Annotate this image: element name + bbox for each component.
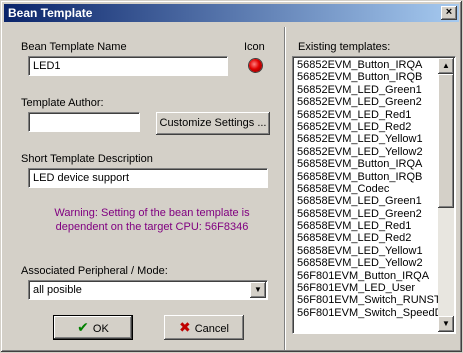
template-list-item[interactable]: 56858EVM_LED_Yellow2	[296, 257, 438, 269]
template-list-item[interactable]: 56858EVM_Button_IRQA	[296, 158, 438, 170]
template-list-item[interactable]: 56852EVM_LED_Red2	[296, 121, 438, 133]
template-list-item[interactable]: 56858EVM_Button_IRQB	[296, 171, 438, 183]
warning-text: Warning: Setting of the bean template is…	[54, 207, 250, 233]
bean-template-dialog: Bean Template × Bean Template Name Icon …	[0, 0, 463, 353]
template-list-item[interactable]: 56852EVM_LED_Green2	[296, 96, 438, 108]
scroll-down-button[interactable]: ▼	[438, 316, 454, 332]
description-label: Short Template Description	[21, 153, 153, 165]
window-title: Bean Template	[8, 6, 93, 20]
scroll-thumb[interactable]	[438, 74, 454, 208]
led-icon[interactable]	[249, 59, 262, 72]
template-list-item[interactable]: 56858EVM_LED_Red1	[296, 220, 438, 232]
template-author-label: Template Author:	[21, 97, 104, 109]
peripheral-select[interactable]: all posible ▼	[28, 280, 268, 300]
ok-button[interactable]: ✔ OK	[53, 315, 133, 340]
cancel-button[interactable]: ✖ Cancel	[164, 315, 244, 340]
description-input[interactable]: LED device support	[28, 168, 268, 188]
templates-list[interactable]: 56852EVM_Button_IRQA 56852EVM_Button_IRQB…	[292, 56, 456, 334]
template-list-item[interactable]: 56852EVM_LED_Green1	[296, 84, 438, 96]
template-list-item[interactable]: 56852EVM_LED_Red1	[296, 109, 438, 121]
template-name-input[interactable]: LED1	[28, 56, 228, 76]
close-icon: ×	[445, 6, 453, 18]
template-list-item[interactable]: 56858EVM_LED_Red2	[296, 232, 438, 244]
customize-settings-button[interactable]: Customize Settings ...	[156, 112, 270, 135]
templates-list-items: 56852EVM_Button_IRQA 56852EVM_Button_IRQB…	[296, 59, 438, 319]
cancel-label: Cancel	[194, 323, 229, 335]
existing-templates-label: Existing templates:	[298, 41, 391, 53]
arrow-down-icon: ▼	[442, 319, 450, 328]
template-list-item[interactable]: 56F801EVM_LED_User	[296, 282, 438, 294]
template-list-item[interactable]: 56852EVM_LED_Yellow1	[296, 133, 438, 145]
arrow-up-icon: ▲	[442, 61, 450, 70]
close-x-icon: ✖	[179, 319, 191, 335]
template-list-item[interactable]: 56F801EVM_Switch_SpeedD	[296, 307, 438, 319]
template-author-input[interactable]	[28, 112, 140, 132]
title-bar: Bean Template ×	[4, 4, 459, 22]
templates-scrollbar[interactable]: ▲ ▼	[438, 58, 454, 332]
template-list-item[interactable]: 56F801EVM_Switch_RUNST	[296, 294, 438, 306]
peripheral-label: Associated Peripheral / Mode:	[21, 265, 168, 277]
peripheral-value: all posible	[33, 284, 82, 296]
template-list-item[interactable]: 56858EVM_LED_Green2	[296, 208, 438, 220]
check-icon: ✔	[77, 319, 89, 335]
template-list-item[interactable]: 56852EVM_LED_Yellow2	[296, 146, 438, 158]
template-list-item[interactable]: 56858EVM_LED_Green1	[296, 195, 438, 207]
template-list-item[interactable]: 56F801EVM_Button_IRQA	[296, 270, 438, 282]
template-list-item[interactable]: 56852EVM_Button_IRQA	[296, 59, 438, 71]
close-button[interactable]: ×	[441, 6, 457, 20]
template-list-item[interactable]: 56858EVM_Codec	[296, 183, 438, 195]
template-list-item[interactable]: 56852EVM_Button_IRQB	[296, 71, 438, 83]
icon-label: Icon	[244, 41, 265, 53]
template-list-item[interactable]: 56858EVM_LED_Yellow1	[296, 245, 438, 257]
scroll-up-button[interactable]: ▲	[438, 58, 454, 74]
dropdown-button[interactable]: ▼	[250, 282, 266, 298]
template-name-label: Bean Template Name	[21, 41, 127, 53]
ok-label: OK	[92, 323, 109, 335]
chevron-down-icon: ▼	[254, 285, 262, 294]
